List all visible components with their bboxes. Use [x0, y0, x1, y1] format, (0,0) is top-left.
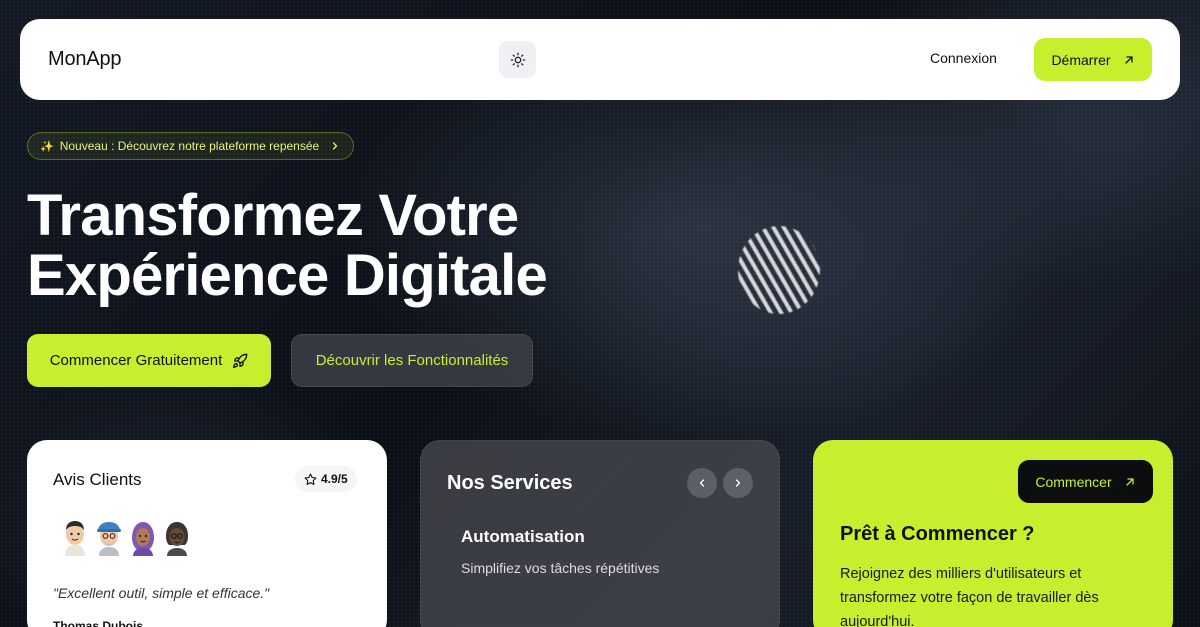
arrow-up-right-icon — [1126, 477, 1134, 486]
avatar — [127, 518, 159, 556]
start-button[interactable]: Démarrer — [1034, 38, 1152, 81]
rating-value: 4.9/5 — [321, 472, 348, 486]
discover-features-button[interactable]: Découvrir les Fonctionnalités — [291, 334, 533, 387]
badge-text: Nouveau : Découvrez notre plateforme rep… — [59, 139, 320, 153]
sun-icon — [510, 52, 525, 67]
cta-card-title: Prêt à Commencer ? — [840, 523, 1035, 545]
service-item-title: Automatisation — [461, 527, 585, 546]
arrow-up-right-icon — [1124, 55, 1133, 64]
announcement-badge[interactable]: ✨ Nouveau : Découvrez notre plateforme r… — [27, 132, 355, 160]
reviews-card: Avis Clients 4.9/5 "Excellent outil, sim… — [27, 440, 387, 627]
hero-title-line-1: Transformez Votre — [27, 183, 519, 248]
rocket-icon — [233, 353, 248, 368]
chevron-left-icon — [699, 479, 705, 487]
review-author: Thomas Dubois — [53, 619, 144, 627]
login-link[interactable]: Connexion — [930, 50, 997, 66]
hero-title-line-2: Expérience Digitale — [27, 243, 548, 308]
avatar-group — [59, 518, 193, 556]
start-free-button[interactable]: Commencer Gratuitement — [27, 334, 271, 387]
rating-badge: 4.9/5 — [295, 466, 357, 492]
brand-logo[interactable]: MonApp — [48, 48, 121, 71]
services-prev-button[interactable] — [687, 468, 717, 498]
cta-card-start-button[interactable]: Commencer — [1018, 460, 1153, 503]
background-light — [738, 226, 820, 314]
avatar — [161, 518, 193, 556]
cta-card-text: Rejoignez des milliers d'utilisateurs et… — [840, 566, 1099, 627]
star-icon — [304, 473, 317, 485]
hero-title: Transformez Votre Expérience Digitale — [27, 186, 647, 306]
chevron-right-icon — [735, 479, 741, 487]
service-item-description: Simplifiez vos tâches répétitives — [461, 560, 660, 576]
theme-toggle-button[interactable] — [499, 41, 536, 78]
navbar: MonApp Connexion Démarrer — [20, 19, 1180, 100]
cta-card-start-label: Commencer — [1035, 473, 1112, 490]
avatar — [93, 518, 125, 556]
services-card: Nos Services Automatisation Simplifiez v… — [420, 440, 780, 627]
reviews-title: Avis Clients — [53, 470, 142, 489]
start-free-label: Commencer Gratuitement — [49, 352, 223, 369]
chevron-right-icon — [333, 142, 338, 150]
review-quote: "Excellent outil, simple et efficace." — [53, 585, 270, 601]
services-next-button[interactable] — [723, 468, 753, 498]
avatar — [59, 518, 91, 556]
cta-card: Commencer Prêt à Commencer ? Rejoignez d… — [813, 440, 1173, 627]
start-button-label: Démarrer — [1051, 51, 1111, 68]
services-title: Nos Services — [447, 472, 573, 494]
sparkles-icon: ✨ — [40, 140, 54, 153]
